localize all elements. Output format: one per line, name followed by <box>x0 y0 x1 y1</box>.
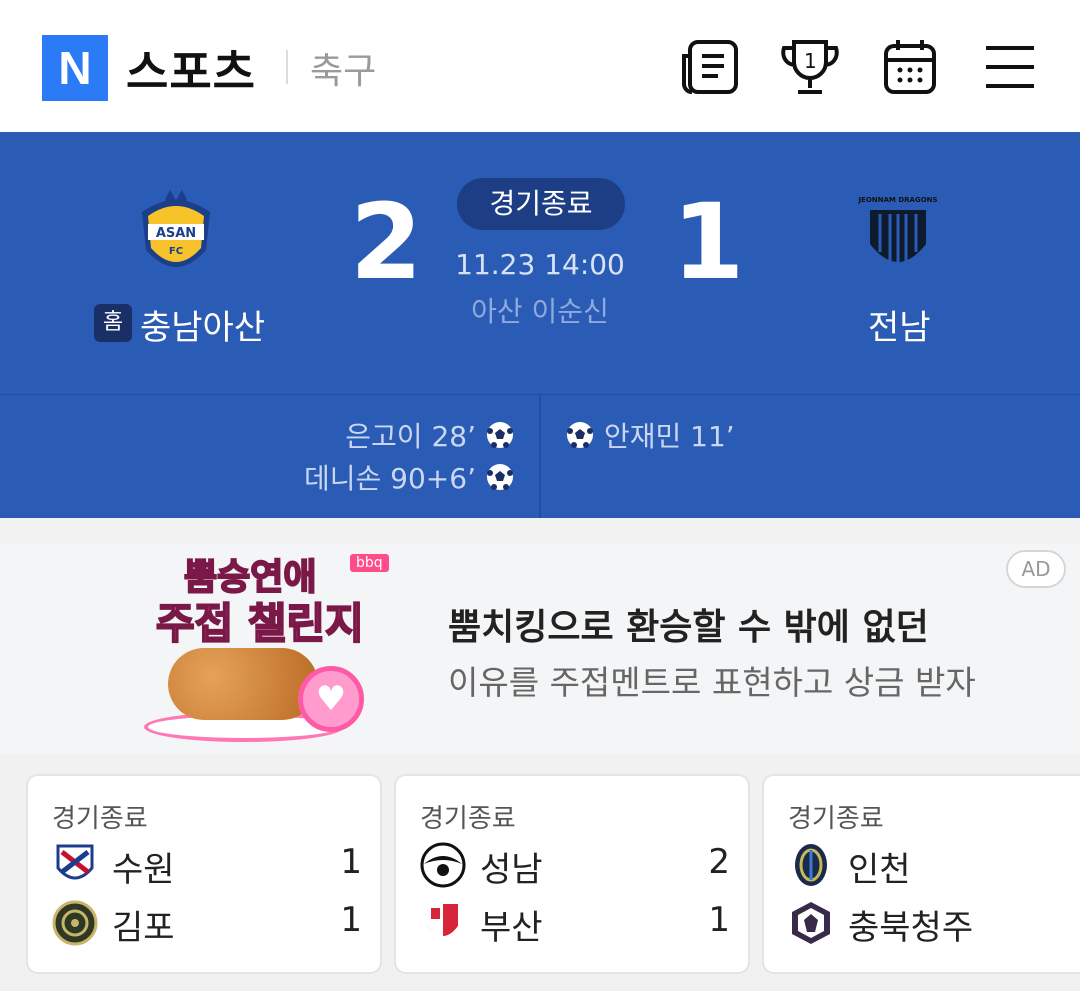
ad-subtitle[interactable]: 이유를 주접멘트로 표현하고 상금 받자 <box>448 656 976 704</box>
scorer-text: 데니손 90+6’ <box>304 462 476 495</box>
team-name: 충북청주 <box>848 908 974 948</box>
svg-text:1: 1 <box>804 49 817 73</box>
scorers-divider <box>539 395 541 519</box>
seongnam-logo-icon <box>420 842 466 888</box>
game-status: 경기종료 <box>52 804 148 834</box>
incheon-logo-icon <box>795 844 827 886</box>
game-card[interactable]: 경기종료 인천 0 충북청주 1 <box>762 774 1080 974</box>
team-name: 수원 <box>112 850 175 890</box>
home-score: 2 <box>350 181 423 303</box>
away-scorer: 안재민 11’ <box>566 415 735 455</box>
team-name: 성남 <box>480 850 543 890</box>
ad-image-challenge: 주접 챌린지 <box>155 598 365 649</box>
soccer-ball-icon <box>487 422 513 448</box>
team-score: 1 <box>340 842 362 882</box>
stadium-name: 아산 이순신 <box>471 295 609 328</box>
game-team-row: 인천 0 <box>788 840 1080 890</box>
chicken-graphic <box>168 648 318 720</box>
news-icon[interactable] <box>678 36 742 98</box>
game-team-row: 수원 1 <box>52 840 362 890</box>
game-team-row: 충북청주 1 <box>788 898 1080 948</box>
bbq-logo: bbq <box>350 554 389 572</box>
chungbuk-logo-icon <box>792 902 830 944</box>
scorer-text: 안재민 11’ <box>604 420 735 453</box>
game-team-row: 김포 1 <box>52 898 362 948</box>
busan-logo-icon <box>428 904 458 940</box>
ad-image[interactable]: 뿜승연애 주접 챌린지 bbq ♥ <box>140 548 410 748</box>
home-logo-text: ASAN <box>156 226 196 241</box>
other-games: 경기종료 수원 1 김포 1 경기종료 성남 2 부산 1 경기종료 인천 충북… <box>0 754 1080 991</box>
scoreboard: ASAN FC 홈 충남아산 2 경기종료 11.23 14:00 아산 이순신… <box>0 132 1080 394</box>
away-team-logo[interactable]: JEONNAM DRAGONS <box>857 192 938 288</box>
team-name: 부산 <box>480 908 543 948</box>
ad-title[interactable]: 뿜치킹으로 환승할 수 밖에 없던 <box>448 598 929 650</box>
game-card[interactable]: 경기종료 성남 2 부산 1 <box>394 774 750 974</box>
heart-icon: ♥ <box>298 666 364 732</box>
team-name: 인천 <box>848 850 911 890</box>
gimpo-logo-icon <box>52 900 98 946</box>
team-name: 김포 <box>112 908 175 948</box>
game-team-row: 부산 1 <box>420 898 730 948</box>
home-scorer: 은고이 28’ <box>345 415 514 455</box>
ad-label[interactable]: AD <box>1006 550 1066 588</box>
match-status-badge: 경기종료 <box>457 178 625 230</box>
naver-logo[interactable]: N <box>42 35 108 101</box>
game-team-row: 성남 2 <box>420 840 730 890</box>
match-datetime: 11.23 14:00 <box>455 248 625 281</box>
svg-text:FC: FC <box>169 246 183 257</box>
trophy-icon[interactable]: 1 <box>778 36 842 98</box>
team-score: 2 <box>708 842 730 882</box>
header-divider <box>286 50 288 84</box>
sports-title[interactable]: 스포츠 <box>126 36 256 102</box>
scorer-text: 은고이 28’ <box>345 420 476 453</box>
top-header: N 스포츠 축구 1 <box>0 0 1080 132</box>
home-badge: 홈 <box>94 304 132 342</box>
menu-icon[interactable] <box>980 36 1044 98</box>
game-status: 경기종료 <box>420 804 516 834</box>
away-logo-text: JEONNAM DRAGONS <box>858 196 938 204</box>
suwon-logo-icon <box>56 844 94 880</box>
away-score: 1 <box>672 181 745 303</box>
section-label[interactable]: 축구 <box>310 42 376 94</box>
team-score: 1 <box>708 900 730 940</box>
home-team-name[interactable]: 충남아산 <box>140 300 265 349</box>
game-status: 경기종료 <box>788 804 884 834</box>
section-gap <box>0 518 1080 544</box>
game-card[interactable]: 경기종료 수원 1 김포 1 <box>26 774 382 974</box>
team-score: 1 <box>340 900 362 940</box>
home-team-logo[interactable]: ASAN FC <box>136 188 216 284</box>
goal-scorers: 은고이 28’ 데니손 90+6’ 안재민 11’ <box>0 394 1080 519</box>
home-scorer: 데니손 90+6’ <box>304 457 514 497</box>
away-team-name[interactable]: 전남 <box>868 300 931 349</box>
calendar-icon[interactable] <box>878 36 942 98</box>
soccer-ball-icon <box>567 422 593 448</box>
soccer-ball-icon <box>487 464 513 490</box>
